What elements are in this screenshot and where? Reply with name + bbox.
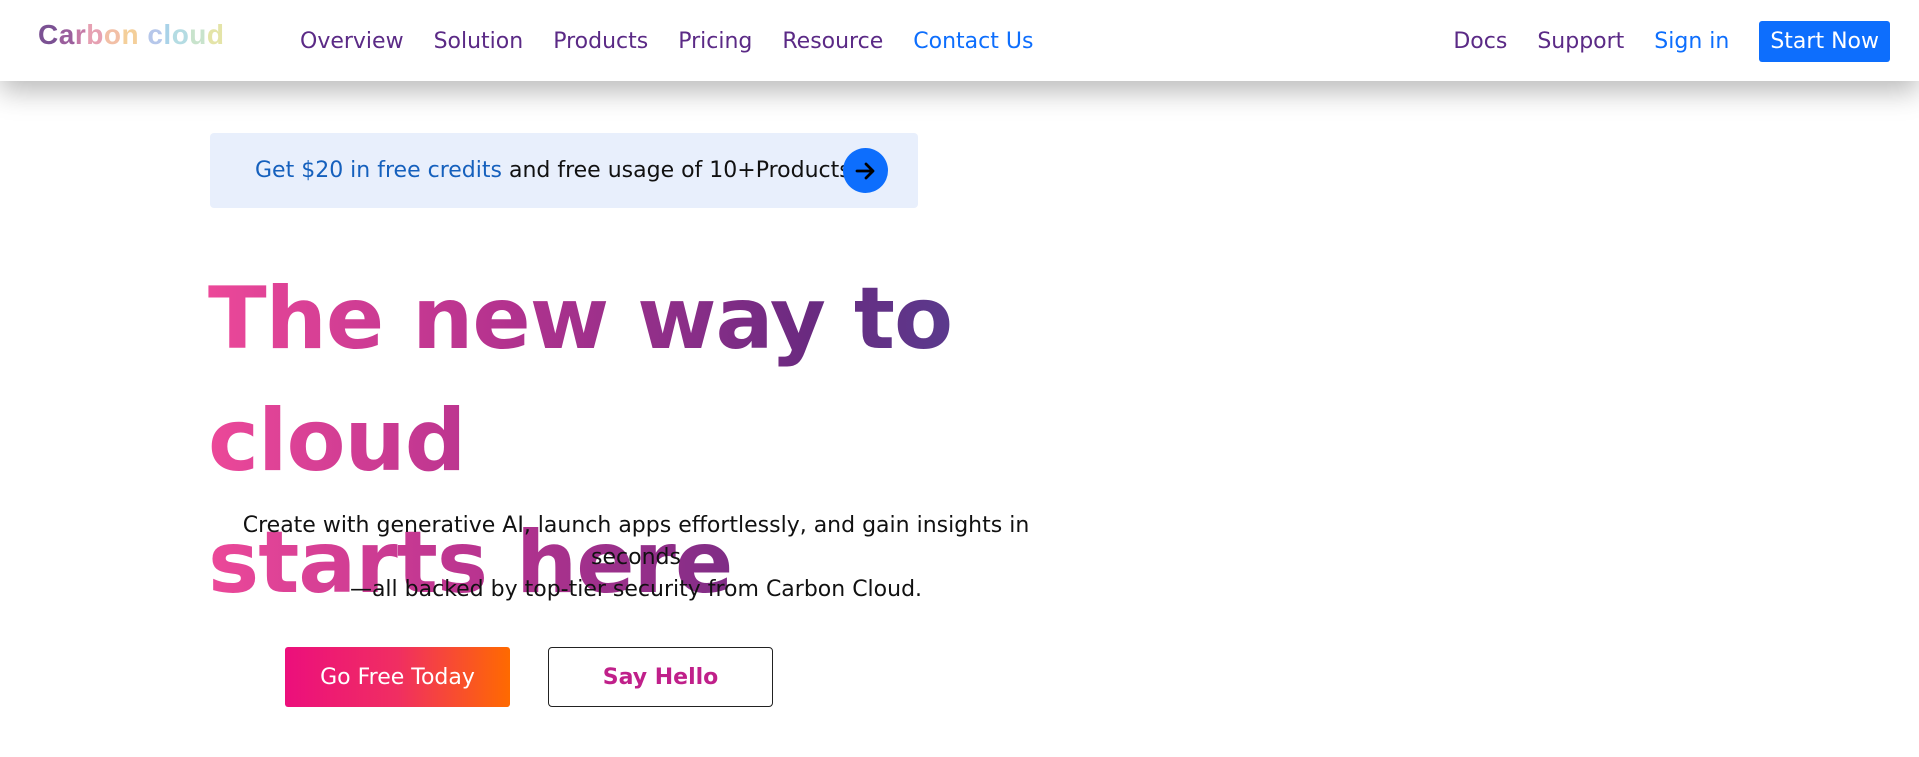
nav-link-overview[interactable]: Overview [300, 29, 404, 54]
promo-banner: Get $20 in free credits and free usage o… [210, 133, 918, 208]
nav-link-resource[interactable]: Resource [782, 29, 883, 54]
logo-letter: n [121, 19, 140, 50]
nav-link-products[interactable]: Products [553, 29, 648, 54]
logo-letter: c [147, 19, 164, 50]
logo-letter: a [58, 19, 75, 50]
primary-nav: Overview Solution Products Pricing Resou… [300, 0, 1033, 83]
hero-subtitle-line-1: Create with generative AI, launch apps e… [242, 513, 1030, 570]
hero-title-line-1: The new way to cloud [208, 269, 953, 491]
start-now-button[interactable]: Start Now [1759, 21, 1890, 62]
logo-letter: d [206, 19, 225, 50]
hero-subtitle: Create with generative AI, launch apps e… [208, 510, 1064, 606]
logo-letter: C [38, 19, 59, 50]
say-hello-button[interactable]: Say Hello [548, 647, 773, 707]
arrow-right-icon [855, 162, 874, 179]
promo-credits-link[interactable]: Get $20 in free credits [255, 158, 502, 183]
logo-letter: o [171, 19, 190, 50]
nav-link-sign-in[interactable]: Sign in [1654, 29, 1729, 54]
brand-logo[interactable]: Carbon cloud [38, 19, 225, 51]
logo-letter [139, 19, 147, 51]
nav-link-solution[interactable]: Solution [434, 29, 524, 54]
logo-letter: o [103, 19, 122, 50]
nav-link-pricing[interactable]: Pricing [678, 29, 752, 54]
promo-arrow-button[interactable] [843, 148, 888, 193]
logo-letter: r [74, 19, 87, 50]
promo-text: Get $20 in free credits and free usage o… [255, 158, 851, 183]
top-navbar: Carbon cloud Overview Solution Products … [0, 0, 1919, 81]
nav-link-support[interactable]: Support [1537, 29, 1624, 54]
logo-letter: l [163, 19, 172, 50]
hero-subtitle-line-2: —all backed by top-tier security from Ca… [349, 577, 923, 602]
secondary-nav: Docs Support Sign in Start Now [1453, 0, 1890, 83]
nav-link-contact-us[interactable]: Contact Us [913, 29, 1033, 54]
logo-letter: u [189, 19, 207, 50]
promo-rest-text: and free usage of 10+Products [501, 158, 851, 183]
nav-link-docs[interactable]: Docs [1453, 29, 1507, 54]
logo-letter: b [86, 19, 104, 50]
go-free-today-button[interactable]: Go Free Today [285, 647, 510, 707]
